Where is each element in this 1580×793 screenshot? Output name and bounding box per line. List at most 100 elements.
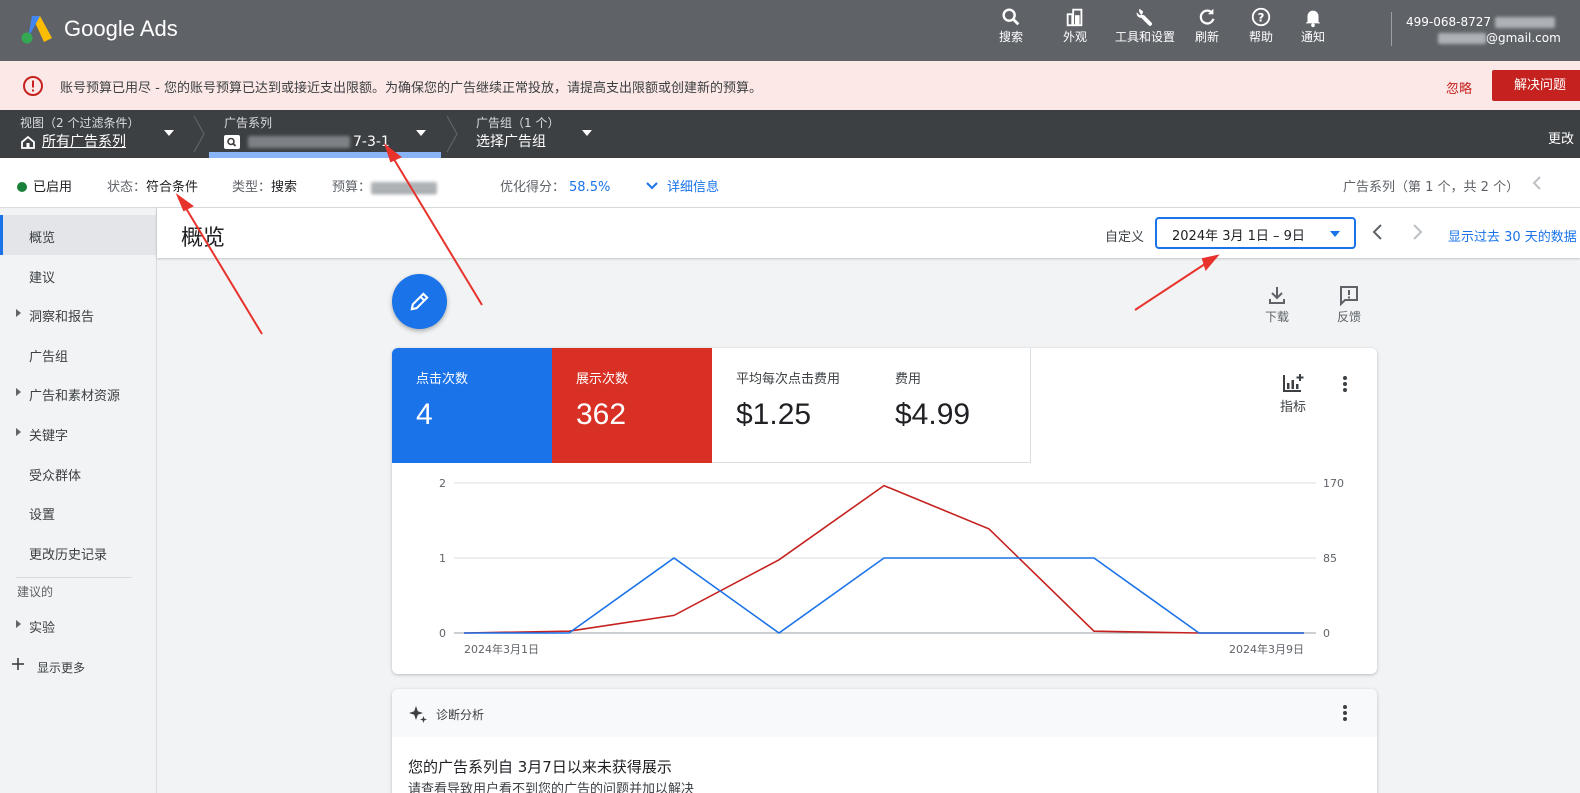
details-label: 详细信息 — [667, 180, 720, 195]
search-campaign-icon — [224, 135, 240, 149]
tools-settings-label: 工具和设置 — [1115, 30, 1176, 44]
top-divider — [1391, 12, 1392, 46]
right-axis-tick-label: 0 — [1323, 627, 1330, 640]
nav-divider — [16, 577, 132, 578]
expand-arrow-icon — [16, 620, 21, 628]
show-more-button[interactable]: 显示更多 — [0, 646, 156, 686]
campaign-position: 广告系列（第 1 个，共 2 个） — [1343, 180, 1520, 195]
metric-value: 362 — [576, 398, 627, 431]
help-label: 帮助 — [1248, 30, 1273, 44]
nav-label: 实验 — [29, 621, 56, 636]
previous-campaign-icon[interactable] — [1530, 175, 1544, 191]
download-button[interactable]: 下载 — [1257, 284, 1297, 325]
adgroup-dropdown-icon[interactable] — [582, 130, 592, 136]
download-label: 下载 — [1264, 310, 1289, 324]
tools-settings-button[interactable]: 工具和设置 — [1115, 6, 1175, 44]
google-ads-logo-icon — [21, 16, 52, 44]
campaign-value-suffix: 7-3-1 — [353, 134, 390, 150]
notifications-button[interactable]: 通知 — [1289, 6, 1337, 44]
nav-item-experiments[interactable]: 实验 — [0, 605, 156, 645]
nav-item-audiences[interactable]: 受众群体 — [0, 453, 156, 493]
error-icon — [23, 76, 43, 96]
date-range-picker[interactable]: 2024年 3月 1日 – 9日 — [1155, 217, 1356, 249]
feedback-icon — [1340, 286, 1358, 306]
breadcrumb-right-link[interactable]: 更改 — [1548, 128, 1574, 147]
x-axis-tick-label: 2024年3月1日 — [464, 642, 539, 656]
metrics-button[interactable]: 指标 — [1280, 372, 1306, 415]
metric-value: $4.99 — [895, 398, 971, 431]
page-title: 概览 — [181, 226, 226, 251]
google-ads-logo[interactable]: Google Ads — [20, 14, 178, 44]
view-filter-crumb[interactable]: 视图（2 个过滤条件） 所有广告系列 — [20, 116, 139, 152]
add-chart-icon — [1283, 374, 1304, 392]
pencil-icon — [410, 292, 429, 311]
redacted-account-name — [1494, 17, 1555, 28]
metric-label: 费用 — [895, 372, 922, 387]
diagnostics-headline: 您的广告系列自 3月7日以来未获得展示 — [408, 758, 672, 776]
metric-impressions[interactable]: 展示次数 362 — [552, 348, 712, 463]
state-label: 状态： — [107, 180, 147, 195]
feedback-button[interactable]: 反馈 — [1329, 284, 1369, 325]
clicks-series-line — [464, 557, 1304, 634]
show-more-label: 显示更多 — [37, 661, 86, 675]
help-icon: ? — [1251, 7, 1271, 27]
account-switcher[interactable]: 499-068-8727 @gmail.com — [1406, 14, 1561, 46]
metric-value: $1.25 — [736, 398, 812, 431]
refresh-button[interactable]: 刷新 — [1183, 6, 1231, 44]
help-button[interactable]: ? 帮助 — [1237, 6, 1285, 44]
appearance-icon — [1066, 8, 1083, 27]
diagnostics-title: 诊断分析 — [436, 708, 485, 722]
optimization-label: 优化得分： — [500, 180, 566, 195]
adgroup-label: 广告组（1 个） — [476, 116, 560, 130]
metrics-label: 指标 — [1280, 400, 1307, 415]
more-options-icon[interactable] — [1335, 374, 1355, 394]
appearance-button[interactable]: 外观 — [1049, 6, 1101, 44]
nav-item-settings[interactable]: 设置 — [0, 492, 156, 532]
left-axis-tick-label: 0 — [439, 627, 446, 640]
nav-item-recommendations[interactable]: 建议 — [0, 255, 156, 295]
show-last-30-days-link[interactable]: 显示过去 30 天的数据 — [1448, 226, 1577, 245]
campaign-status-row: 已启用 状态：符合条件 类型：搜索 预算： 优化得分： 58.5% 详细信息 广告… — [0, 158, 1580, 208]
feedback-label: 反馈 — [1336, 310, 1361, 324]
nav-item-keywords[interactable]: 关键字 — [0, 413, 156, 453]
details-toggle[interactable]: 详细信息 — [645, 176, 719, 195]
nav-label: 关键字 — [29, 429, 69, 444]
enabled-status[interactable]: 已启用 — [17, 176, 72, 195]
date-range-label: 自定义 — [1105, 230, 1145, 245]
alert-fix-button[interactable]: 解决问题 — [1492, 70, 1580, 101]
edit-fab-button[interactable] — [392, 274, 447, 329]
nav-item-change-history[interactable]: 更改历史记录 — [0, 532, 156, 572]
metric-label: 点击次数 — [416, 372, 469, 387]
diagnostics-subtext: 请查看导致用户看不到您的广告的问题并加以解决 — [408, 782, 695, 793]
nav-item-ads-assets[interactable]: 广告和素材资源 — [0, 373, 156, 413]
home-icon — [21, 135, 35, 149]
optimization-field[interactable]: 优化得分： 58.5% — [500, 176, 610, 195]
nav-item-overview[interactable]: 概览 — [0, 215, 156, 255]
breadcrumb-chevron-icon — [446, 115, 458, 153]
metric-avg-cpc[interactable]: 平均每次点击费用 $1.25 — [712, 348, 872, 463]
type-label: 类型： — [232, 180, 272, 195]
next-period-icon[interactable] — [1407, 222, 1427, 242]
search-button[interactable]: 搜索 — [985, 6, 1037, 44]
bell-icon — [1305, 10, 1321, 28]
x-axis-tick-label: 2024年3月9日 — [1229, 642, 1304, 656]
adgroup-crumb[interactable]: 广告组（1 个） 选择广告组 — [476, 116, 559, 152]
adgroup-value: 选择广告组 — [476, 134, 546, 150]
previous-period-icon[interactable] — [1368, 222, 1388, 242]
metric-cost[interactable]: 费用 $4.99 — [871, 348, 1031, 463]
nav-label: 受众群体 — [29, 469, 82, 484]
view-dropdown-icon[interactable] — [164, 130, 174, 136]
alert-ignore-button[interactable]: 忽略 — [1446, 78, 1472, 97]
campaign-crumb[interactable]: 广告系列 7-3-1 — [224, 116, 390, 152]
left-axis-tick-label: 2 — [439, 477, 446, 490]
nav-item-adgroups[interactable]: 广告组 — [0, 334, 156, 374]
optimization-score: 58.5% — [569, 180, 611, 195]
campaign-dropdown-icon[interactable] — [416, 130, 426, 136]
metric-clicks[interactable]: 点击次数 4 — [392, 348, 552, 463]
performance-line-chart: 0 0 1 85 2 170 2024年3月1日 2024年3月9日 — [439, 477, 1344, 656]
nav-item-insights[interactable]: 洞察和报告 — [0, 294, 156, 334]
download-icon — [1269, 287, 1285, 304]
budget-field[interactable]: 预算： — [332, 176, 438, 195]
enabled-label: 已启用 — [33, 180, 73, 195]
more-options-icon[interactable] — [1335, 703, 1355, 723]
